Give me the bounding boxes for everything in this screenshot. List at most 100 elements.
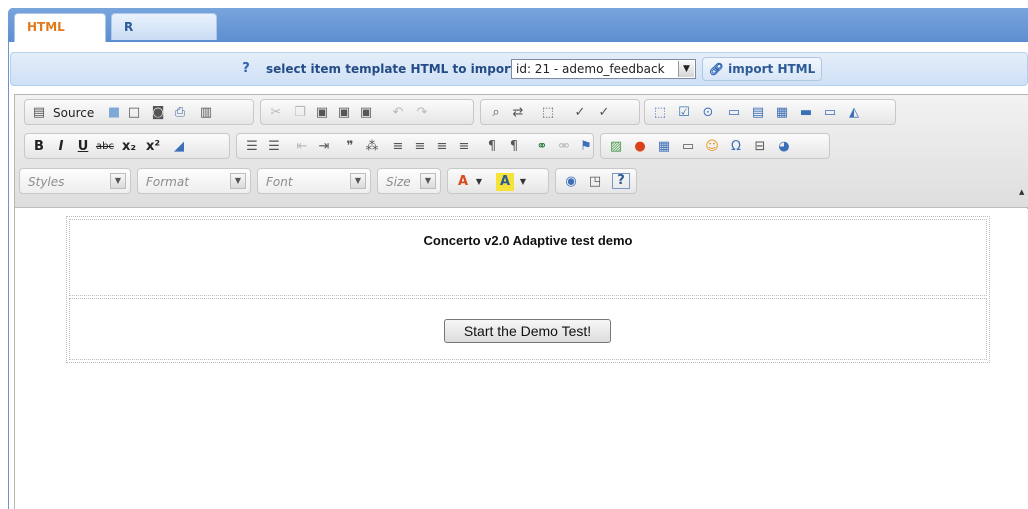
flash-icon[interactable]: ● [631,138,649,156]
copy-icon[interactable]: ❐ [291,104,309,122]
undo-icon[interactable]: ↶ [389,104,407,122]
font-combo[interactable]: Font ▼ [257,168,371,194]
unlink-icon[interactable]: ⚮ [555,138,573,156]
size-combo-label: Size [386,175,411,189]
size-combo[interactable]: Size ▼ [377,168,441,194]
chevron-down-icon[interactable]: ▼ [230,173,246,189]
chevron-down-icon[interactable]: ▼ [470,173,488,191]
about-icon[interactable]: ? [612,173,630,189]
chevron-down-icon[interactable]: ▼ [514,173,532,191]
spellcheck-icon[interactable]: ✓ [571,104,589,122]
styles-combo-label: Styles [28,175,65,189]
new-page-icon[interactable]: □ [125,104,143,122]
radio-icon[interactable]: ⊙ [699,104,717,122]
iframe-icon[interactable]: ◕ [775,138,793,156]
tab-html-layer[interactable]: HTML layer [14,13,106,60]
select-field-icon[interactable]: ▦ [773,104,791,122]
textarea-icon[interactable]: ▤ [749,104,767,122]
paste-icon[interactable]: ▣ [313,104,331,122]
ltr-icon[interactable]: ¶ [483,138,501,156]
align-left-icon[interactable]: ≡ [389,138,407,156]
subscript-icon[interactable]: x₂ [120,138,138,156]
redo-icon[interactable]: ↷ [413,104,431,122]
outdent-icon[interactable]: ⇤ [293,138,311,156]
format-combo-label: Format [146,175,189,189]
italic-icon[interactable]: I [52,138,70,156]
editing-group: ⌕ ⇄ ⬚ ✓ ✓ [480,99,640,125]
tab-r-interaction[interactable]: R Interaction [111,13,217,60]
show-blocks-icon[interactable]: ◳ [586,173,604,191]
table-icon[interactable]: ▦ [655,138,673,156]
image-icon[interactable]: ▨ [607,138,625,156]
align-right-icon[interactable]: ≡ [433,138,451,156]
paragraph-group: ☰ ☰ ⇤ ⇥ ❞ ⁂ ≡ ≡ ≡ ≡ ¶ ¶ ⚭ ⚮ ⚑ [236,133,594,159]
paste-word-icon[interactable]: ▣ [357,104,375,122]
hidden-field-icon[interactable]: ◭ [845,104,863,122]
chevron-down-icon[interactable]: ▼ [350,173,366,189]
format-combo[interactable]: Format ▼ [137,168,251,194]
start-demo-button[interactable]: Start the Demo Test! [444,319,611,343]
blockquote-icon[interactable]: ❞ [341,138,359,156]
remove-format-icon[interactable]: ◢ [170,138,188,156]
import-html-button[interactable]: 🔗︎ import HTML [702,57,822,81]
indent-icon[interactable]: ⇥ [315,138,333,156]
document-group: ▤ Source ■ □ ◙ ⎙ ▥ [24,99,254,125]
editor-toolbar: ▤ Source ■ □ ◙ ⎙ ▥ ✂ ❐ ▣ ▣ ▣ ↶ ↷ ⌕ ⇄ ⬚ ✓… [15,95,1028,208]
cut-icon[interactable]: ✂ [267,104,285,122]
underline-icon[interactable]: U [74,138,92,156]
text-field-icon[interactable]: ▭ [725,104,743,122]
replace-icon[interactable]: ⇄ [509,104,527,122]
button-field-icon[interactable]: ▬ [797,104,815,122]
help-icon[interactable]: ? [236,61,256,77]
source-button-label[interactable]: Source [53,104,94,122]
save-icon[interactable]: ■ [105,104,123,122]
paste-text-icon[interactable]: ▣ [335,104,353,122]
collapse-toolbar-icon[interactable]: ▲ [1019,188,1027,196]
tab-bar: HTML layer R Interaction [8,8,1028,60]
align-center-icon[interactable]: ≡ [411,138,429,156]
colors-group: A ▼ A ▼ [447,168,549,194]
link-icon: 🔗︎ [708,62,724,76]
strike-icon[interactable]: abc [96,138,114,156]
page-break-icon[interactable]: ⊟ [751,138,769,156]
scayt-icon[interactable]: ✓ [595,104,613,122]
preview-icon[interactable]: ◙ [149,104,167,122]
table-cell-title [69,219,987,296]
styles-combo[interactable]: Styles ▼ [19,168,131,194]
form-icon[interactable]: ⬚ [651,104,669,122]
clipboard-group: ✂ ❐ ▣ ▣ ▣ ↶ ↷ [260,99,474,125]
horizontal-rule-icon[interactable]: ▭ [679,138,697,156]
superscript-icon[interactable]: x² [144,138,162,156]
div-container-icon[interactable]: ⁂ [363,138,381,156]
tools-group: ◉ ◳ ? [555,168,637,194]
maximize-icon[interactable]: ◉ [562,173,580,191]
justify-icon[interactable]: ≡ [455,138,473,156]
chevron-down-icon[interactable]: ▼ [420,173,436,189]
numbered-list-icon[interactable]: ☰ [243,138,261,156]
link-icon[interactable]: ⚭ [533,138,551,156]
insert-group: ▨ ● ▦ ▭ ☺ Ω ⊟ ◕ [600,133,830,159]
anchor-flag-icon[interactable]: ⚑ [577,138,595,156]
demo-title: Concerto v2.0 Adaptive test demo [423,233,633,248]
chevron-down-icon[interactable]: ▼ [678,61,694,77]
import-html-label: import HTML [728,62,816,76]
bold-icon[interactable]: B [30,138,48,156]
import-label: select item template HTML to import: [266,62,521,76]
background-color-icon[interactable]: A [496,173,514,191]
image-button-icon[interactable]: ▭ [821,104,839,122]
checkbox-icon[interactable]: ☑ [675,104,693,122]
rtl-icon[interactable]: ¶ [505,138,523,156]
bullet-list-icon[interactable]: ☰ [265,138,283,156]
template-select[interactable]: id: 21 - ademo_feedback ▼ [511,59,696,79]
basic-styles-group: B I U abc x₂ x² ◢ [24,133,230,159]
forms-group: ⬚ ☑ ⊙ ▭ ▤ ▦ ▬ ▭ ◭ [644,99,896,125]
smiley-icon[interactable]: ☺ [703,138,721,156]
special-char-icon[interactable]: Ω [727,138,745,156]
chevron-down-icon[interactable]: ▼ [110,173,126,189]
templates-icon[interactable]: ▥ [197,104,215,122]
select-all-icon[interactable]: ⬚ [539,104,557,122]
source-icon[interactable]: ▤ [30,104,48,122]
find-icon[interactable]: ⌕ [487,104,505,122]
font-combo-label: Font [266,175,293,189]
print-icon[interactable]: ⎙ [171,104,189,122]
